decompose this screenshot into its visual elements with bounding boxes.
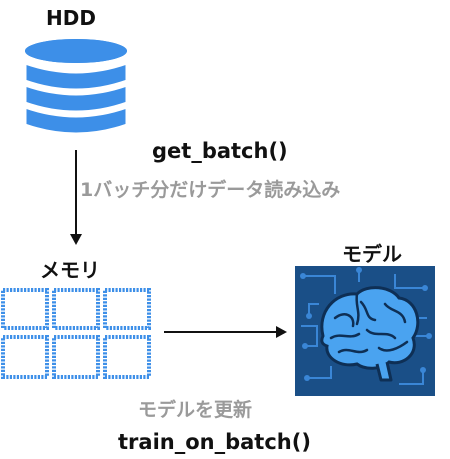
update-model-note: モデルを更新 [138, 399, 253, 421]
hdd-title: HDD [46, 6, 96, 30]
database-icon [24, 39, 128, 136]
read-batch-note: 1バッチ分だけデータ読み込み [80, 179, 341, 201]
memory-grid-icon [1, 288, 151, 379]
right-arrow-icon [164, 326, 287, 338]
brain-chip-icon [295, 266, 435, 396]
get-batch-label: get_batch() [152, 139, 288, 163]
train-on-batch-label: train_on_batch() [118, 430, 311, 454]
memory-title: メモリ [40, 258, 100, 282]
model-title: モデル [342, 242, 402, 266]
